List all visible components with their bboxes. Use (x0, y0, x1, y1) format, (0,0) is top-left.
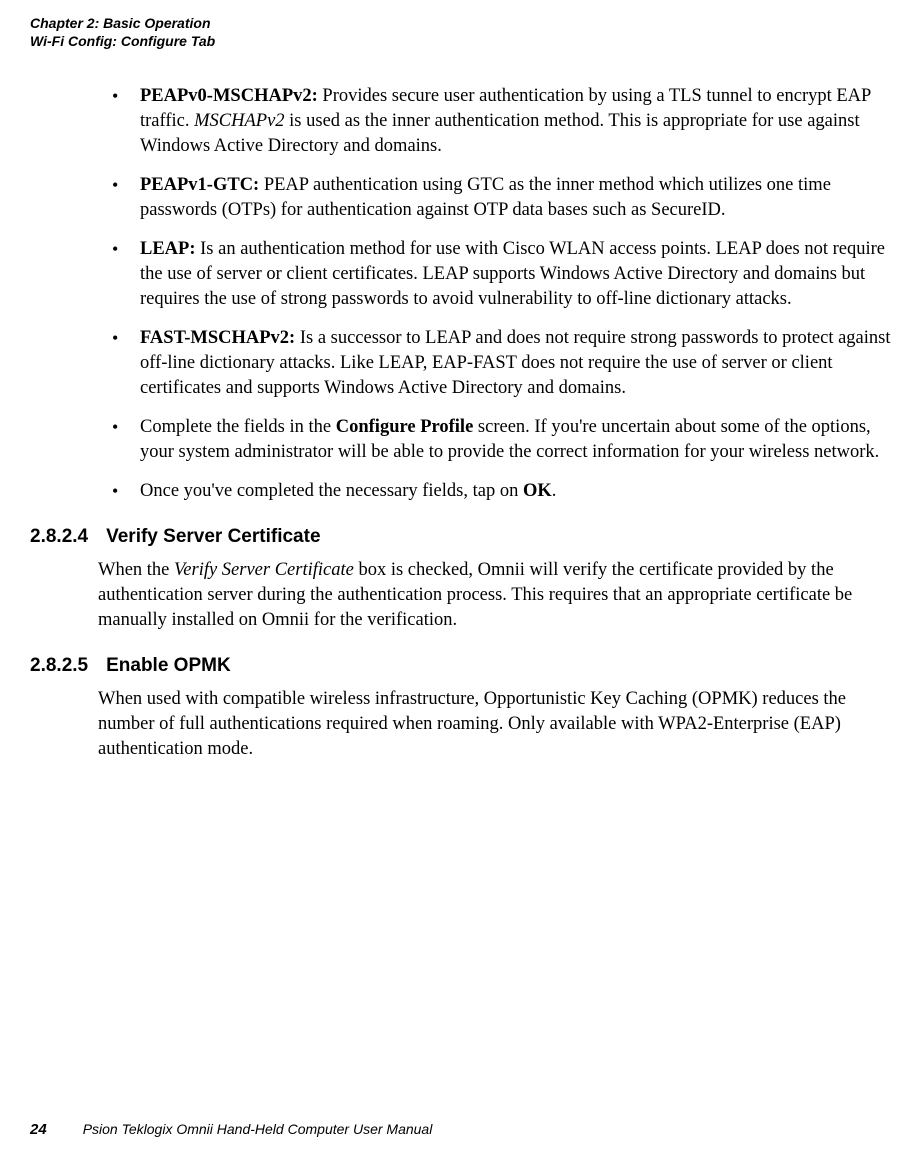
section-heading-verify: 2.8.2.4 Verify Server Certificate (0, 526, 891, 548)
bullet-label: LEAP: (140, 239, 196, 259)
header-section: Wi-Fi Config: Configure Tab (30, 32, 921, 50)
section-heading-opmk: 2.8.2.5 Enable OPMK (0, 655, 891, 677)
page-number: 24 (30, 1121, 47, 1138)
bullet-item: Complete the fields in the Configure Pro… (140, 415, 891, 465)
bullet-item: Once you've completed the necessary fiel… (140, 479, 891, 504)
bullet-label: FAST-MSCHAPv2: (140, 328, 295, 348)
section-title: Verify Server Certificate (106, 526, 320, 548)
section-title: Enable OPMK (106, 655, 231, 677)
bullet-item: LEAP: Is an authentication method for us… (140, 237, 891, 312)
bullet-item: PEAPv0-MSCHAPv2: Provides secure user au… (140, 84, 891, 159)
bullet-label: PEAPv1-GTC: (140, 175, 259, 195)
bullet-text: . (552, 481, 557, 501)
page-footer: 24 Psion Teklogix Omnii Hand-Held Comput… (30, 1121, 432, 1138)
footer-title: Psion Teklogix Omnii Hand-Held Computer … (83, 1121, 433, 1137)
bullet-text: Complete the fields in the (140, 417, 336, 437)
body-text: When the (98, 560, 174, 580)
bullet-item: FAST-MSCHAPv2: Is a successor to LEAP an… (140, 326, 891, 401)
bullet-label: PEAPv0-MSCHAPv2: (140, 86, 318, 106)
bullet-bold: OK (523, 481, 552, 501)
section-number: 2.8.2.4 (30, 526, 88, 548)
page-header: Chapter 2: Basic Operation Wi-Fi Config:… (0, 0, 921, 50)
page-content: PEAPv0-MSCHAPv2: Provides secure user au… (0, 50, 921, 761)
bullet-item: PEAPv1-GTC: PEAP authentication using GT… (140, 173, 891, 223)
section-number: 2.8.2.5 (30, 655, 88, 677)
bullet-italic: MSCHAPv2 (194, 111, 284, 131)
bullet-text: Once you've completed the necessary fiel… (140, 481, 523, 501)
bullet-text: Is an authentication method for use with… (140, 239, 885, 309)
header-chapter: Chapter 2: Basic Operation (30, 14, 921, 32)
bullet-bold: Configure Profile (336, 417, 474, 437)
bullet-list: PEAPv0-MSCHAPv2: Provides secure user au… (98, 84, 891, 504)
body-italic: Verify Server Certificate (174, 560, 354, 580)
section-body-verify: When the Verify Server Certificate box i… (98, 558, 891, 633)
section-body-opmk: When used with compatible wireless infra… (98, 687, 891, 762)
